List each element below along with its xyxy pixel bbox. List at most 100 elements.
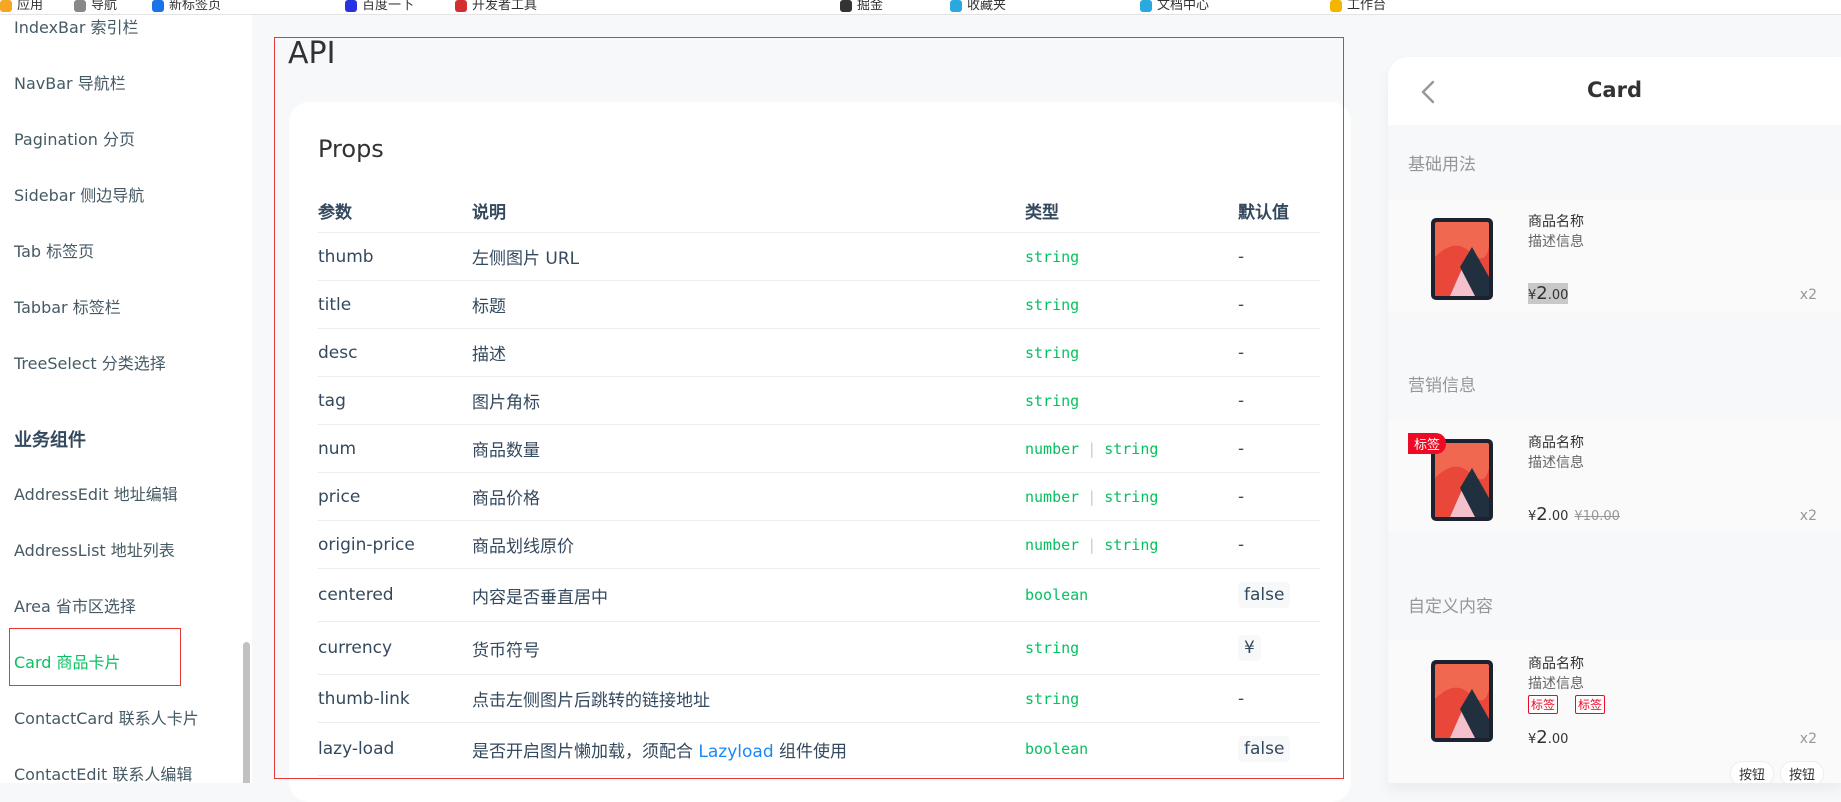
sidebar-group-title: 业务组件 [14,430,86,451]
sidebar-item-pagination[interactable]: Pagination 分页 [14,126,135,150]
type-value: number [1025,439,1080,458]
type-value: string [1104,487,1159,506]
type-cell: boolean [1025,722,1238,776]
bookmark-item[interactable]: 工作台 [1330,0,1386,13]
sidebar-item-addressedit[interactable]: AddressEdit 地址编辑 [14,481,178,505]
bookmark-item[interactable]: 导航 [74,0,117,13]
bookmark-icon [455,0,467,12]
default-cell: - [1238,280,1320,329]
type-cell: boolean [1025,568,1238,622]
param-cell: centered [318,568,472,622]
goods-title: 商品名称 [1528,214,1584,230]
demo-title-basic: 基础用法 [1408,155,1476,175]
table-row: currency 货币符号 string ¥ [318,621,1320,675]
table-row: price 商品价格 number | string - [318,472,1320,521]
lazyload-link[interactable]: Lazyload [698,742,773,762]
table-row: num 商品数量 number | string - [318,424,1320,473]
type-value: string [1025,343,1080,362]
footer-button[interactable]: 按钮 [1730,761,1775,783]
bookmarks-bar: 应用 导航 新标签页 百度一下 开发者工具 掘金 收藏夹 文档中心 工作台 [0,0,1841,15]
param-cell: tag [318,376,472,425]
desc-cell: 左侧图片 URL [472,232,1025,281]
corner-tag-badge: 标签 [1408,433,1447,454]
goods-price: ¥2.00 ¥10.00 [1528,504,1620,525]
table-row: tag 图片角标 string - [318,376,1320,425]
table-row: desc 描述 string - [318,328,1320,377]
type-value: number [1025,535,1080,554]
table-row: centered 内容是否垂直居中 boolean false [318,568,1320,622]
product-thumb-image[interactable] [1430,217,1494,301]
type-value: string [1025,639,1080,657]
table-header-row: 参数 说明 类型 默认值 [318,188,1320,233]
goods-desc: 描述信息 [1528,676,1584,692]
type-value: boolean [1025,586,1089,604]
param-cell: origin-price [318,520,472,569]
bookmark-icon [950,0,962,12]
type-cell: string [1025,232,1238,281]
sidebar-item-tab[interactable]: Tab 标签页 [14,238,94,262]
active-highlight-box [9,628,181,686]
default-cell: false [1238,722,1320,776]
footer-button[interactable]: 按钮 [1780,761,1825,783]
default-cell: - [1238,674,1320,723]
bookmark-item[interactable]: 百度一下 [345,0,414,13]
bookmark-item[interactable]: 掘金 [840,0,883,13]
goods-title: 商品名称 [1528,435,1584,451]
bookmark-icon [1140,0,1152,12]
desc-cell: 货币符号 [472,621,1025,675]
demo-title-custom: 自定义内容 [1408,597,1493,617]
sidebar-item-contactedit[interactable]: ContactEdit 联系人编辑 [14,761,192,783]
goods-num: x2 [1799,731,1817,747]
desc-cell: 图片角标 [472,376,1025,425]
sidebar-item-navbar[interactable]: NavBar 导航栏 [14,70,126,94]
type-cell: string [1025,621,1238,675]
sidebar-item-addresslist[interactable]: AddressList 地址列表 [14,537,175,561]
bookmark-item[interactable]: 开发者工具 [455,0,537,13]
sidebar-item-treeselect[interactable]: TreeSelect 分类选择 [14,350,166,374]
desc-cell: 是否开启图片懒加载，须配合 Lazyload 组件使用 [472,722,1025,776]
default-cell: - [1238,376,1320,425]
sidebar-item-area[interactable]: Area 省市区选择 [14,593,136,617]
desc-cell: 商品价格 [472,472,1025,521]
goods-tag: 标签 [1575,695,1606,714]
phone-navbar: Card [1388,57,1841,125]
product-thumb-image[interactable] [1430,659,1494,743]
goods-tag: 标签 [1528,695,1559,714]
desc-cell: 商品划线原价 [472,520,1025,569]
table-row: title 标题 string - [318,280,1320,329]
param-cell: currency [318,621,472,675]
bookmark-item[interactable]: 新标签页 [152,0,221,13]
sidebar-scrollbar[interactable] [243,642,250,783]
goods-card-marketing: 标签 商品名称 描述信息 ¥2.00 ¥10.00 x2 [1388,420,1841,532]
type-value: string [1104,535,1159,554]
param-cell: thumb-link [318,674,472,723]
param-cell: lazy-load [318,722,472,776]
section-title: API [288,36,336,71]
type-value: string [1025,689,1080,708]
type-cell: number | string [1025,424,1238,473]
desc-cell: 标题 [472,280,1025,329]
bookmark-icon [74,0,86,12]
bookmark-icon [840,0,852,12]
bookmark-item[interactable]: 收藏夹 [950,0,1006,13]
header-default: 默认值 [1238,188,1320,233]
sidebar-item-sidebar[interactable]: Sidebar 侧边导航 [14,182,144,206]
goods-title: 商品名称 [1528,656,1584,672]
sidebar-item-indexbar[interactable]: IndexBar 索引栏 [14,14,139,38]
type-cell: string [1025,674,1238,723]
phone-title: Card [1587,78,1642,102]
bookmark-icon [345,0,357,12]
bookmark-item[interactable]: 应用 [0,0,43,13]
type-cell: number | string [1025,520,1238,569]
table-row: lazy-load 是否开启图片懒加载，须配合 Lazyload 组件使用 bool… [318,722,1320,776]
header-type: 类型 [1025,188,1238,233]
goods-price: ¥2.00 [1528,727,1569,748]
sidebar-item-tabbar[interactable]: Tabbar 标签栏 [14,294,121,318]
goods-card-custom: 商品名称 描述信息 标签 标签 ¥2.00 x2 按钮 按钮 [1388,641,1841,783]
sidebar-item-contactcard[interactable]: ContactCard 联系人卡片 [14,705,199,729]
bookmark-item[interactable]: 文档中心 [1140,0,1209,13]
desc-cell: 描述 [472,328,1025,377]
param-cell: thumb [318,232,472,281]
header-param: 参数 [318,188,472,233]
phone-simulator: Card 基础用法 商品名称 描述信息 ¥2.00 x2 营销信息 标签 商品名… [1388,57,1841,783]
